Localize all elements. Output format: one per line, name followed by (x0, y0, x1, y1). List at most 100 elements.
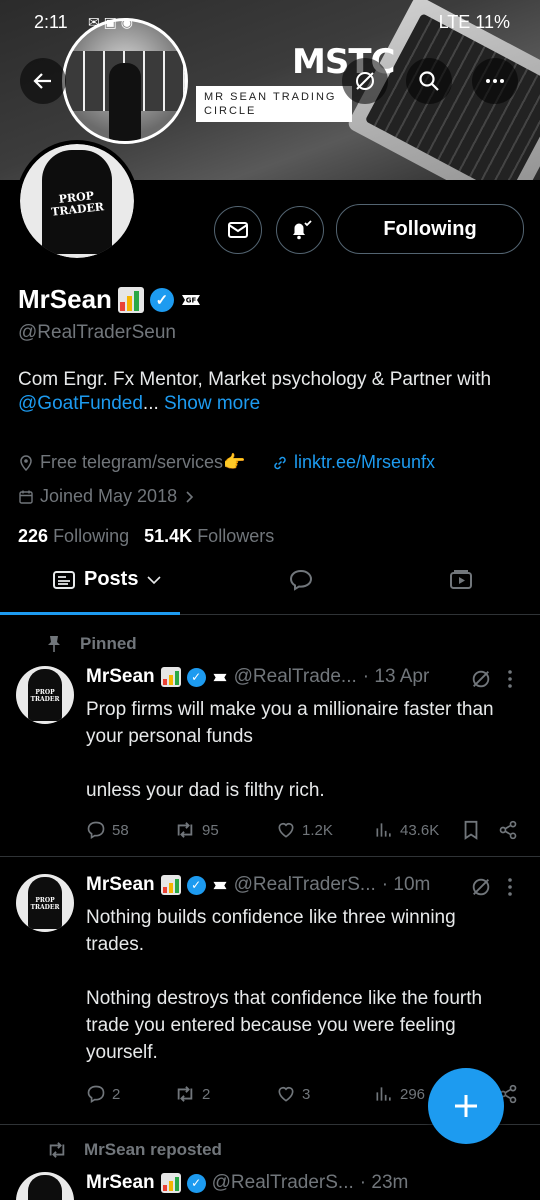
reply-icon (87, 1085, 105, 1103)
more-button[interactable] (472, 58, 518, 104)
tab-posts-label: Posts (84, 568, 139, 590)
affiliate-badge-icon (213, 673, 227, 681)
tweet-header: MrSean ✓ @RealTrade... · 13 Apr (86, 666, 429, 688)
profile-joined: Joined May 2018 (18, 486, 195, 507)
tweet-avatar[interactable]: PROP TRADER (16, 874, 74, 932)
bookmark-icon (464, 820, 478, 840)
tweet-handle: @RealTrade... (233, 666, 357, 687)
profile-name-row: MrSean ✓ GF (18, 284, 202, 315)
profile-bio: Com Engr. Fx Mentor, Market psychology &… (18, 368, 528, 416)
tweet-time: · 13 Apr (362, 666, 430, 687)
like-button[interactable]: 3 (276, 1084, 310, 1104)
back-arrow-icon (33, 73, 51, 89)
message-button[interactable] (214, 206, 262, 254)
joined-text: Joined May 2018 (40, 486, 178, 506)
reply-button[interactable]: 58 (86, 820, 129, 840)
tweet-author-name[interactable]: MrSean (86, 874, 155, 896)
avatar-text: PROP TRADER (50, 189, 105, 219)
repost-icon (49, 1142, 65, 1158)
posts-icon (53, 570, 75, 589)
reply-button[interactable]: 2 (86, 1084, 120, 1104)
tweet-more-icon[interactable] (504, 668, 516, 690)
tweet-author-name[interactable]: MrSean (86, 1172, 155, 1194)
compose-button[interactable] (428, 1068, 504, 1144)
tweet-time: · 10m (381, 874, 431, 895)
repost-button[interactable]: 2 (174, 1084, 210, 1104)
tweet-text: Prop firms will make you a millionaire f… (86, 699, 494, 801)
tweet-handle: @RealTraderS... (233, 874, 376, 895)
status-bar: 2:11 ✉ ▣ ◉ LTE 11% (0, 12, 540, 36)
profile-avatar[interactable]: PROP TRADER (16, 140, 138, 262)
verified-badge-icon[interactable]: ✓ (149, 287, 174, 312)
tweet-handle: @RealTraderS... (211, 1172, 354, 1193)
svg-text:GF: GF (186, 296, 197, 304)
views-icon (376, 1087, 391, 1101)
grok-icon[interactable] (470, 668, 492, 690)
more-dots-icon (486, 79, 504, 83)
pinned-indicator: Pinned (46, 634, 137, 654)
tweet[interactable]: MrSean ✓ @RealTraderS... · 23m (0, 1172, 540, 1200)
views-button[interactable]: 296 (374, 1084, 425, 1104)
bookmark-button[interactable] (462, 820, 480, 840)
share-button[interactable] (498, 820, 518, 840)
tweet-author-name[interactable]: MrSean (86, 666, 155, 688)
bio-ellipsis: ... (142, 393, 159, 414)
show-more-link[interactable]: Show more (164, 393, 260, 414)
tweet-text: Nothing builds confidence like three win… (86, 907, 483, 1063)
link-icon (274, 456, 286, 469)
mail-icon (228, 222, 248, 238)
heart-icon (278, 822, 294, 838)
chevron-right-icon[interactable] (183, 490, 195, 504)
following-button[interactable]: Following (336, 204, 524, 254)
repost-icon (177, 822, 193, 838)
verified-badge-icon: ✓ (186, 875, 206, 895)
share-icon (499, 820, 517, 840)
tab-active-indicator (0, 612, 180, 615)
following-count-link[interactable]: 226 Following (18, 526, 129, 546)
calendar-icon (19, 490, 33, 504)
status-time: 2:11 (34, 12, 68, 32)
like-button[interactable]: 1.2K (276, 820, 333, 840)
location-pin-icon (20, 454, 32, 471)
views-icon (376, 823, 391, 837)
followers-count-link[interactable]: 51.4K Followers (144, 526, 274, 546)
website-link[interactable]: linktr.ee/Mrseunfx (294, 452, 435, 473)
pin-icon (48, 636, 60, 652)
tweet[interactable]: PROP TRADER MrSean ✓ @RealTrade... · 13 … (0, 666, 540, 856)
grok-button[interactable] (342, 58, 388, 104)
bio-mention-link[interactable]: @GoatFunded (18, 393, 143, 414)
pinned-label: Pinned (80, 634, 137, 653)
banner-trader-image (62, 18, 188, 144)
profile-handle: @RealTraderSeun (18, 322, 176, 343)
media-icon (450, 570, 472, 589)
chevron-down-icon (147, 575, 162, 584)
tweet-avatar[interactable]: PROP TRADER (16, 666, 74, 724)
grok-icon[interactable] (470, 876, 492, 898)
bio-text: Com Engr. Fx Mentor, Market psychology &… (18, 369, 492, 390)
chart-emoji-icon (160, 875, 181, 895)
notifications-button[interactable] (276, 206, 324, 254)
affiliate-badge-icon[interactable]: GF (180, 291, 202, 309)
status-battery: LTE 11% (438, 12, 510, 32)
views-button[interactable]: 43.6K (374, 820, 439, 840)
location-text: Free telegram/services👉 (40, 452, 246, 472)
bell-check-icon (293, 220, 312, 240)
tweet-avatar[interactable] (16, 1172, 74, 1200)
search-button[interactable] (406, 58, 452, 104)
tab-posts[interactable]: Posts (52, 568, 162, 591)
back-button[interactable] (20, 58, 66, 104)
tab-media[interactable] (448, 568, 474, 592)
tweet-header: MrSean ✓ @RealTraderS... · 23m (86, 1172, 408, 1194)
tweet-more-icon[interactable] (504, 876, 516, 898)
tab-replies[interactable] (288, 568, 314, 592)
tweet-time: · 23m (359, 1172, 409, 1193)
repost-icon (177, 1086, 193, 1102)
profile-website[interactable]: linktr.ee/Mrseunfx (272, 452, 435, 473)
profile-tabs: Posts (0, 558, 540, 615)
repost-button[interactable]: 95 (174, 820, 219, 840)
banner-subtitle: MR SEAN TRADING CIRCLE (196, 86, 352, 122)
search-icon (419, 71, 439, 91)
verified-badge-icon: ✓ (186, 667, 206, 687)
plus-icon (455, 1095, 477, 1117)
reply-bubble-icon (289, 569, 313, 591)
